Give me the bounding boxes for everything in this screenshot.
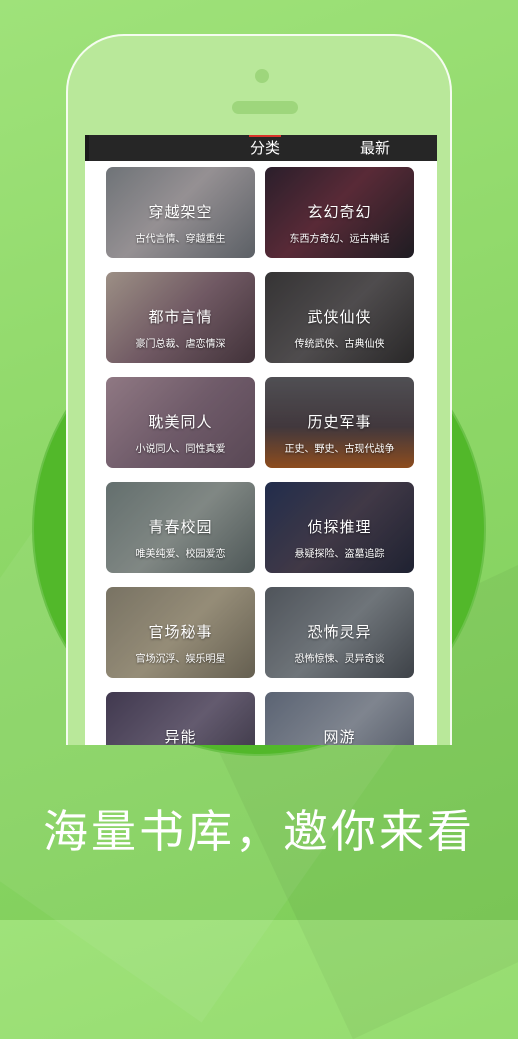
phone-speaker — [232, 101, 298, 114]
slogan: 海量书库，邀你来看 — [42, 805, 475, 858]
category-title: 历史军事 — [307, 413, 372, 431]
category-subtitle: 恐怖惊悚、灵异奇谈 — [294, 654, 385, 665]
tab-category-label: 分类 — [249, 139, 280, 157]
category-title: 青春校园 — [148, 518, 213, 536]
category-title: 穿越架空 — [148, 203, 213, 221]
category-card[interactable]: 穿越架空古代言情、穿越重生 — [106, 167, 255, 258]
category-subtitle: 传统武侠、古典仙侠 — [294, 339, 385, 350]
category-card[interactable]: 异能 — [106, 692, 255, 745]
tab-latest[interactable]: 最新 — [347, 135, 403, 161]
category-title: 武侠仙侠 — [307, 308, 372, 326]
category-title: 侦探推理 — [307, 518, 372, 536]
category-card[interactable]: 恐怖灵异恐怖惊悚、灵异奇谈 — [265, 587, 414, 678]
category-title: 官场秘事 — [148, 623, 213, 641]
category-subtitle: 东西方奇幻、远古神话 — [289, 234, 390, 245]
category-subtitle: 官场沉浮、娱乐明星 — [135, 654, 226, 665]
category-card[interactable]: 青春校园唯美纯爱、校园爱恋 — [106, 482, 255, 573]
category-card[interactable]: 都市言情豪门总裁、虐恋情深 — [106, 272, 255, 363]
active-tab-indicator — [249, 135, 281, 137]
category-card[interactable]: 玄幻奇幻东西方奇幻、远古神话 — [265, 167, 414, 258]
category-subtitle: 豪门总裁、虐恋情深 — [135, 339, 226, 350]
category-card[interactable]: 侦探推理悬疑探险、盗墓追踪 — [265, 482, 414, 573]
category-card[interactable]: 官场秘事官场沉浮、娱乐明星 — [106, 587, 255, 678]
category-title: 耽美同人 — [148, 413, 213, 431]
category-subtitle: 古代言情、穿越重生 — [135, 234, 226, 245]
category-subtitle: 唯美纯爱、校园爱恋 — [135, 549, 226, 560]
tab-latest-label: 最新 — [359, 139, 390, 157]
tab-bar: 分类 最新 — [85, 135, 437, 161]
phone-camera — [255, 69, 269, 83]
category-title: 玄幻奇幻 — [307, 203, 372, 221]
category-title: 恐怖灵异 — [307, 623, 372, 641]
category-card[interactable]: 历史军事正史、野史、古现代战争 — [265, 377, 414, 468]
category-title: 网游 — [323, 728, 356, 745]
category-title: 异能 — [164, 728, 197, 745]
category-subtitle: 小说同人、同性真爱 — [135, 444, 226, 455]
category-card[interactable]: 武侠仙侠传统武侠、古典仙侠 — [265, 272, 414, 363]
tab-category[interactable]: 分类 — [237, 135, 293, 161]
category-card[interactable]: 耽美同人小说同人、同性真爱 — [106, 377, 255, 468]
category-title: 都市言情 — [148, 308, 213, 326]
phone-mockup-clip: 分类 最新 穿越架空 古代言情、穿越重生 玄幻奇幻 东西方奇幻、远古神话 都市言情 豪门总… — [0, 0, 518, 745]
category-subtitle: 正史、野史、古现代战争 — [284, 444, 395, 455]
category-subtitle: 悬疑探险、盗墓追踪 — [294, 549, 385, 560]
category-card[interactable]: 网游 — [265, 692, 414, 745]
phone-screen: 分类 最新 穿越架空 古代言情、穿越重生 玄幻奇幻 东西方奇幻、远古神话 都市言情 豪门总… — [85, 135, 437, 745]
tab-bar-edge — [85, 135, 89, 161]
